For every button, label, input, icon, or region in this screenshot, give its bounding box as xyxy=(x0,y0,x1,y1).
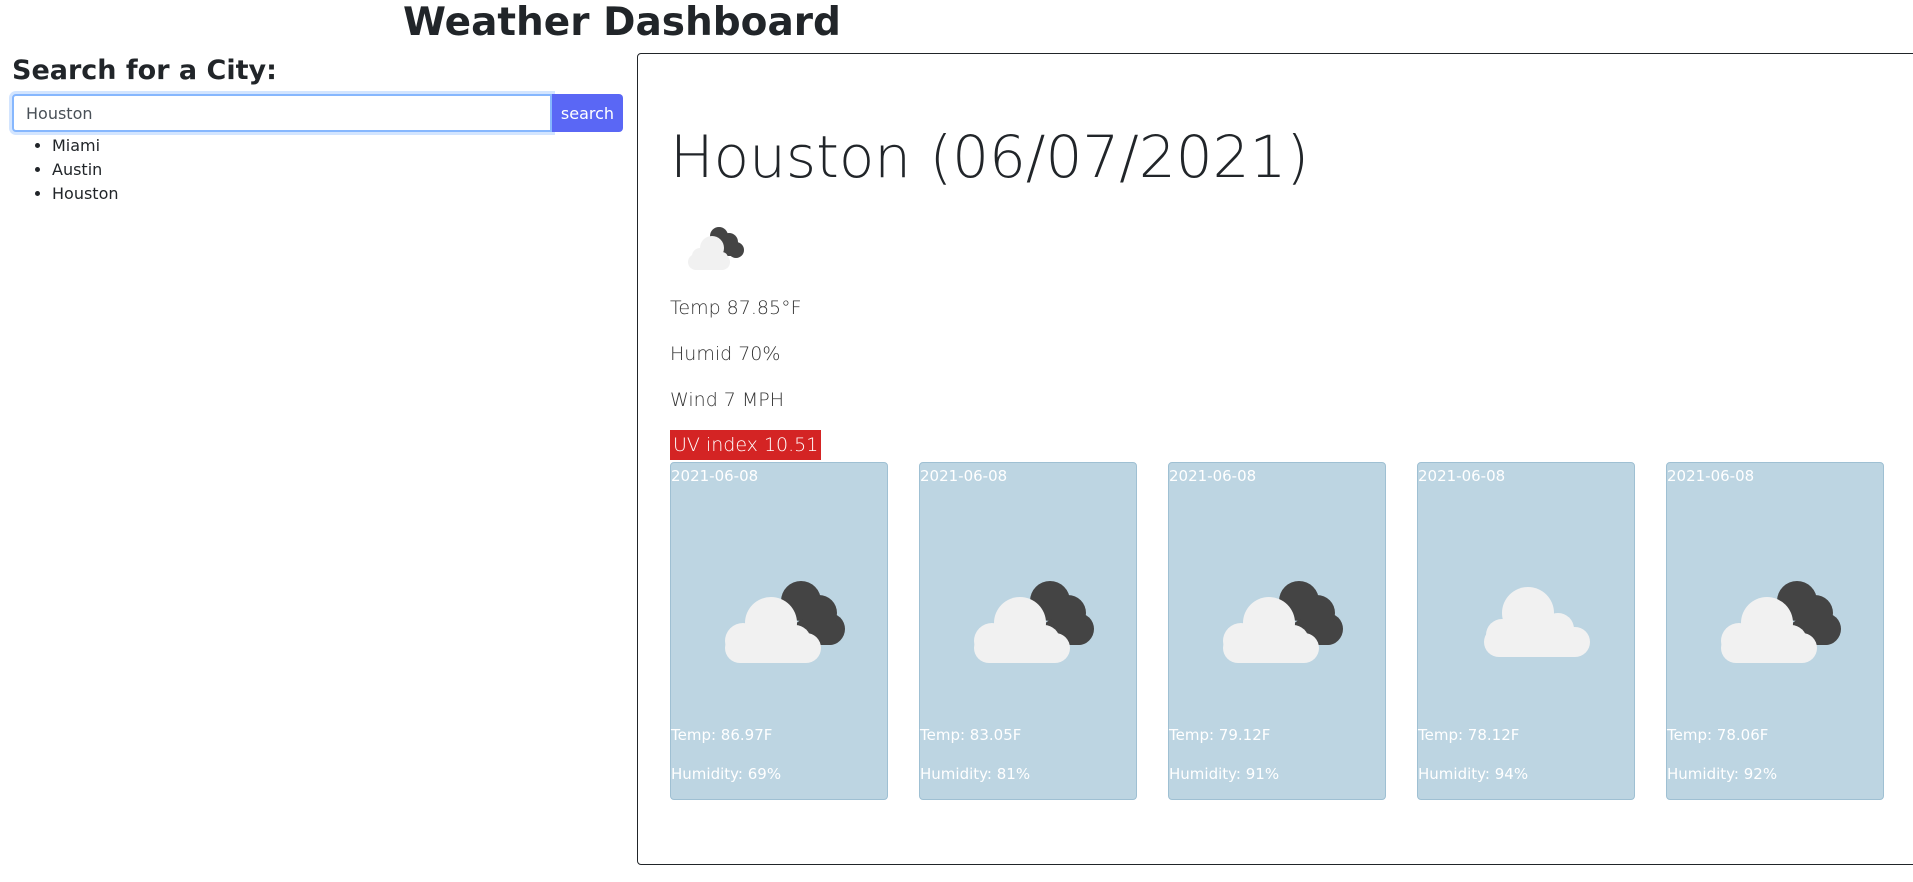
page-title: Weather Dashboard xyxy=(403,0,841,45)
search-heading: Search for a City: xyxy=(12,55,277,86)
broken-clouds-icon xyxy=(1721,581,1841,663)
current-weather-panel: Houston (06/07/2021) Temp 87.85°F Humid … xyxy=(637,53,1913,865)
history-item-austin[interactable]: Austin xyxy=(52,158,119,182)
forecast-humidity: Humidity: 92% xyxy=(1667,765,1778,783)
forecast-date: 2021-06-08 xyxy=(1667,467,1755,485)
forecast-card: 2021-06-08 Temp: 78.12F Humidity: 94% xyxy=(1417,462,1635,800)
forecast-temp: Temp: 83.05F xyxy=(920,726,1022,744)
forecast-card: 2021-06-08 Temp: 86.97F Humidity: 69% xyxy=(670,462,888,800)
forecast-temp: Temp: 79.12F xyxy=(1169,726,1271,744)
current-temp: Temp 87.85°F xyxy=(670,297,802,319)
forecast-temp: Temp: 86.97F xyxy=(671,726,773,744)
forecast-temp: Temp: 78.12F xyxy=(1418,726,1520,744)
forecast-card: 2021-06-08 Temp: 79.12F Humidity: 91% xyxy=(1168,462,1386,800)
forecast-date: 2021-06-08 xyxy=(1169,467,1257,485)
forecast-card: 2021-06-08 Temp: 83.05F Humidity: 81% xyxy=(919,462,1137,800)
forecast-temp: Temp: 78.06F xyxy=(1667,726,1769,744)
search-history-list: Miami Austin Houston xyxy=(12,134,119,206)
current-wind: Wind 7 MPH xyxy=(670,389,785,411)
current-humidity: Humid 70% xyxy=(670,343,781,365)
city-search-input[interactable] xyxy=(12,94,552,132)
broken-clouds-icon xyxy=(974,581,1094,663)
forecast-card: 2021-06-08 Temp: 78.06F Humidity: 92% xyxy=(1666,462,1884,800)
broken-clouds-icon xyxy=(1223,581,1343,663)
current-city-title: Houston (06/07/2021) xyxy=(670,123,1310,191)
uv-index-badge: UV index 10.51 xyxy=(670,430,822,460)
forecast-date: 2021-06-08 xyxy=(1418,467,1506,485)
forecast-humidity: Humidity: 81% xyxy=(920,765,1031,783)
history-item-houston[interactable]: Houston xyxy=(52,182,119,206)
history-item-miami[interactable]: Miami xyxy=(52,134,119,158)
scattered-clouds-icon xyxy=(1484,587,1590,657)
broken-clouds-icon xyxy=(725,581,845,663)
forecast-humidity: Humidity: 91% xyxy=(1169,765,1280,783)
cloudy-icon xyxy=(688,227,744,270)
forecast-date: 2021-06-08 xyxy=(671,467,759,485)
forecast-date: 2021-06-08 xyxy=(920,467,1008,485)
search-button[interactable]: search xyxy=(552,94,623,132)
forecast-humidity: Humidity: 69% xyxy=(671,765,782,783)
forecast-humidity: Humidity: 94% xyxy=(1418,765,1529,783)
